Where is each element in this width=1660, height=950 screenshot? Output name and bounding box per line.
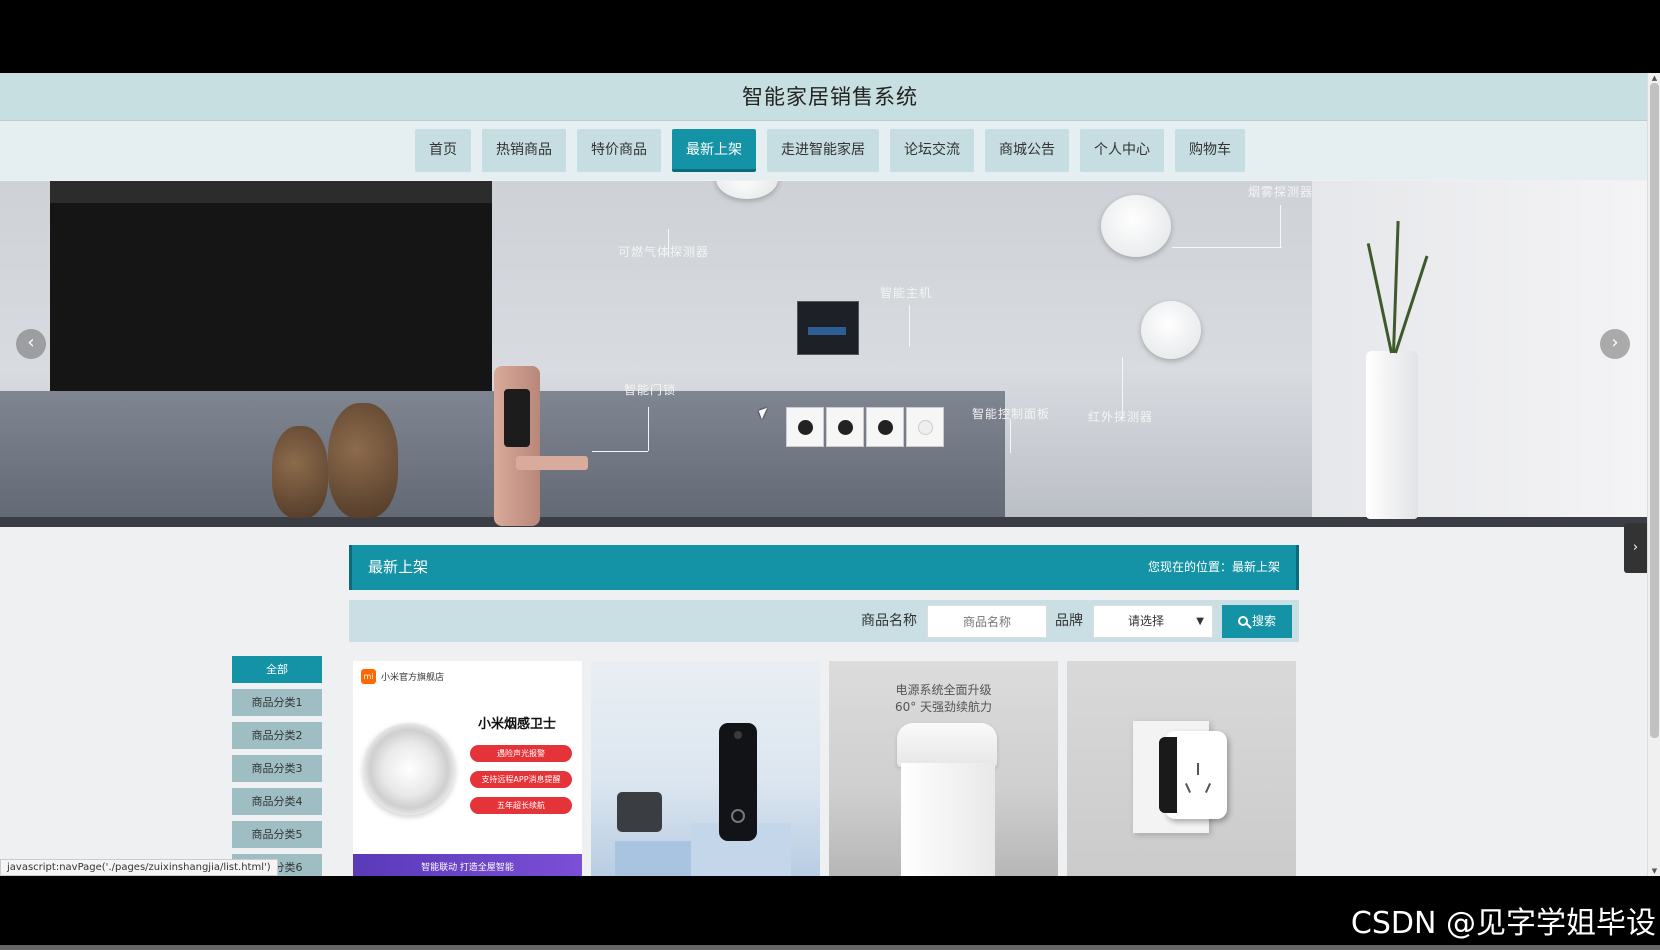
product-card[interactable] xyxy=(1067,661,1296,876)
banner-label-gas: 可燃气体探测器 xyxy=(618,245,710,259)
search-bar: 商品名称 品牌 请选择 ▼ 搜索 xyxy=(349,600,1299,642)
nav-item-notice[interactable]: 商城公告 xyxy=(985,129,1069,172)
feature-tag: 遇险声光报警 xyxy=(470,745,572,762)
cabinet-image xyxy=(50,203,492,391)
category-item[interactable]: 商品分类3 xyxy=(232,755,322,782)
scroll-up-icon[interactable]: ▲ xyxy=(1648,73,1660,83)
product-headline: 60° 天强劲续航力 xyxy=(894,700,993,714)
banner-label-panel: 智能控制面板 xyxy=(972,407,1051,421)
main-nav: 首页 热销商品 特价商品 最新上架 走进智能家居 论坛交流 商城公告 个人中心 … xyxy=(0,121,1660,180)
category-all[interactable]: 全部 xyxy=(232,656,322,683)
video-progress-bar xyxy=(0,945,1660,950)
product-name-input[interactable] xyxy=(927,605,1047,638)
vase-image xyxy=(328,403,398,518)
nav-item-forum[interactable]: 论坛交流 xyxy=(890,129,974,172)
search-button[interactable]: 搜索 xyxy=(1222,605,1292,638)
scroll-down-icon[interactable]: ▼ xyxy=(1648,866,1660,876)
section-title: 最新上架 xyxy=(368,558,429,576)
mi-logo-icon: mi xyxy=(361,669,376,684)
brand-label: 品牌 xyxy=(1055,613,1083,629)
nav-item-profile[interactable]: 个人中心 xyxy=(1080,129,1164,172)
switch-button-image xyxy=(866,407,904,447)
banner-label-lock: 智能门锁 xyxy=(624,383,677,397)
product-card[interactable]: 电源系统全面升级 60° 天强劲续航力 xyxy=(829,661,1058,876)
carousel-prev-button[interactable]: ‹ xyxy=(16,329,46,359)
site-title: 智能家居销售系统 xyxy=(742,85,918,109)
vase-image xyxy=(272,426,328,518)
brand-select-value: 请选择 xyxy=(1128,614,1165,628)
nav-item-smart-home[interactable]: 走进智能家居 xyxy=(767,129,879,172)
brand-select[interactable]: 请选择 ▼ xyxy=(1093,605,1213,638)
chevron-right-icon: › xyxy=(1611,332,1619,353)
switch-button-image xyxy=(906,407,944,447)
nav-item-special[interactable]: 特价商品 xyxy=(577,129,661,172)
smoke-detector-image xyxy=(1101,195,1171,257)
switch-button-image xyxy=(786,407,824,447)
feature-tag: 支持远程APP消息提醒 xyxy=(470,771,572,788)
nav-item-new[interactable]: 最新上架 xyxy=(672,129,756,172)
product-card[interactable]: mi 小米官方旗舰店 小米烟感卫士 遇险声光报警 支持远程APP消息提醒 五年超… xyxy=(353,661,582,876)
chevron-down-icon: ▼ xyxy=(1196,616,1204,627)
trash-bin-lid-image xyxy=(897,723,997,767)
vertical-scrollbar[interactable]: ▲ ▼ xyxy=(1647,73,1660,876)
status-bar-url: javascript:navPage('./pages/zuixinshangj… xyxy=(0,859,278,876)
product-card[interactable] xyxy=(591,661,820,876)
product-name: 小米烟感卫士 xyxy=(478,717,557,732)
category-item[interactable]: 商品分类2 xyxy=(232,722,322,749)
doorbell-image xyxy=(719,723,757,841)
browser-viewport: 智能家居销售系统 首页 热销商品 特价商品 最新上架 走进智能家居 论坛交流 商… xyxy=(0,73,1660,876)
chevron-left-icon: ‹ xyxy=(27,332,35,353)
search-icon xyxy=(1237,616,1248,626)
feature-tag: 五年超长续航 xyxy=(470,797,572,814)
banner-label-infrared: 红外探测器 xyxy=(1088,410,1154,424)
product-headline: 电源系统全面升级 xyxy=(895,683,992,697)
nav-item-home[interactable]: 首页 xyxy=(415,129,471,172)
banner-label-hub: 智能主机 xyxy=(880,286,933,300)
search-button-label: 搜索 xyxy=(1251,614,1276,628)
product-name-label: 商品名称 xyxy=(861,613,917,629)
infrared-detector-image xyxy=(1141,301,1201,359)
switch-button-image xyxy=(826,407,864,447)
section-header: 最新上架 您现在的位置：最新上架 xyxy=(349,545,1299,590)
chevron-right-icon: › xyxy=(1632,540,1639,555)
chime-image xyxy=(617,792,662,832)
plant-image xyxy=(1366,351,1418,519)
nav-item-hot[interactable]: 热销商品 xyxy=(482,129,566,172)
category-item[interactable]: 商品分类1 xyxy=(232,689,322,716)
watermark: CSDN @见字学姐毕设 xyxy=(1350,906,1656,941)
breadcrumb: 您现在的位置：最新上架 xyxy=(1147,560,1280,574)
site-header: 智能家居销售系统 xyxy=(0,73,1660,121)
category-item[interactable]: 商品分类4 xyxy=(232,788,322,815)
trash-bin-image xyxy=(901,763,995,876)
side-expand-button[interactable]: › xyxy=(1624,523,1647,573)
carousel-next-button[interactable]: › xyxy=(1600,329,1630,359)
promo-footer: 智能联动 打造全屋智能 xyxy=(353,854,582,876)
store-name: 小米官方旗舰店 xyxy=(381,673,445,683)
gas-detector-image xyxy=(716,181,778,199)
nav-item-cart[interactable]: 购物车 xyxy=(1175,129,1245,172)
category-item[interactable]: 商品分类5 xyxy=(232,821,322,848)
scrollbar-thumb[interactable] xyxy=(1650,83,1659,738)
smoke-detector-image xyxy=(363,723,455,815)
hero-carousel[interactable]: 可燃气体探测器 烟雾探测器 智能主机 智能门锁 智能控制面板 红外探测器 ‹ › xyxy=(0,181,1647,527)
banner-label-smoke: 烟雾探测器 xyxy=(1248,185,1314,199)
